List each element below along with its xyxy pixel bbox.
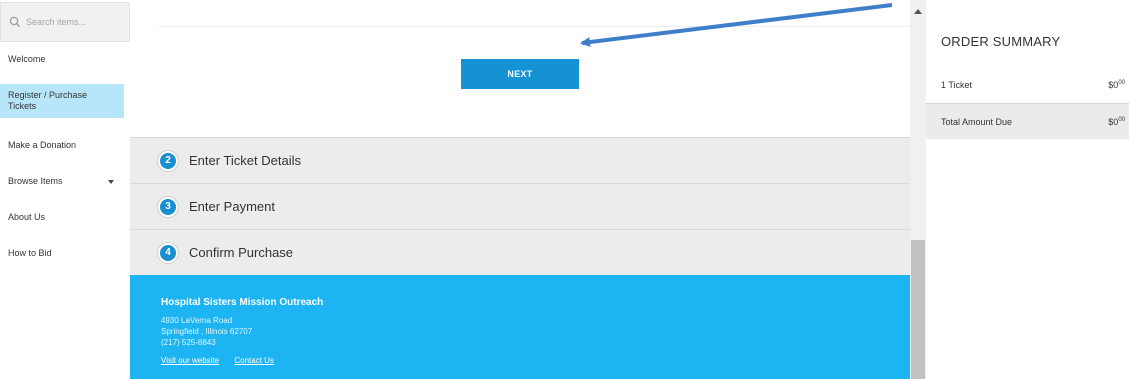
search-icon	[9, 16, 21, 28]
sidebar-item-label: About Us	[8, 212, 46, 222]
summary-row-ticket: 1 Ticket $000	[926, 76, 1129, 94]
summary-ticket-value: $000	[1108, 80, 1129, 90]
step-number-badge: 2	[158, 150, 178, 171]
summary-total-label: Total Amount Due	[941, 116, 1013, 127]
sidebar-item-browse-items[interactable]: Browse Items	[0, 170, 124, 192]
visit-website-link[interactable]: Visit our website	[161, 356, 219, 365]
step-number-badge: 3	[158, 196, 178, 217]
scrollbar-thumb[interactable]	[911, 240, 925, 379]
divider	[158, 26, 910, 27]
footer-address-line: 4930 LaVerna Road	[161, 316, 233, 325]
step-enter-ticket-details[interactable]: 2 Enter Ticket Details	[130, 137, 910, 183]
sidebar-item-make-donation[interactable]: Make a Donation	[0, 134, 124, 156]
sidebar-item-register-purchase-tickets[interactable]: Register / Purchase Tickets	[0, 84, 124, 118]
sidebar-item-label: Browse Items	[8, 176, 63, 186]
sidebar-item-label: How to Bid	[8, 248, 52, 258]
sidebar: Welcome Register / Purchase Tickets Make…	[0, 0, 130, 379]
footer-address-line: Springfield , Illinois 62707	[161, 327, 253, 336]
summary-total-amount: $0	[1108, 116, 1119, 127]
sidebar-item-label: Register / Purchase Tickets	[8, 90, 88, 111]
footer-phone: (217) 525-8843	[161, 338, 216, 347]
summary-ticket-cents: 00	[1118, 80, 1125, 86]
step-title: Enter Ticket Details	[189, 153, 301, 168]
footer-links: Visit our website Contact Us	[161, 356, 879, 365]
order-summary-panel: ORDER SUMMARY 1 Ticket $000 Total Amount…	[926, 0, 1129, 379]
summary-total-value: $000	[1108, 117, 1129, 127]
footer: Hospital Sisters Mission Outreach 4930 L…	[130, 275, 910, 379]
step-title: Confirm Purchase	[189, 245, 294, 260]
step-enter-payment[interactable]: 3 Enter Payment	[130, 183, 910, 229]
start-over-link-wrap: START OVER	[460, 79, 580, 91]
sidebar-item-label: Make a Donation	[8, 140, 77, 150]
contact-us-link[interactable]: Contact Us	[234, 356, 274, 365]
step-number-badge: 4	[158, 242, 178, 263]
sidebar-item-label: Welcome	[8, 54, 46, 64]
summary-total-cents: 00	[1118, 116, 1125, 123]
summary-ticket-label: 1 Ticket	[941, 80, 973, 90]
scrollbar[interactable]	[910, 0, 926, 379]
sidebar-item-welcome[interactable]: Welcome	[0, 48, 124, 70]
search-box[interactable]	[0, 2, 130, 42]
start-over-link[interactable]: START OVER	[460, 81, 580, 90]
scroll-up-arrow-icon[interactable]	[914, 9, 922, 14]
sidebar-item-about-us[interactable]: About Us	[0, 206, 124, 228]
footer-org-name: Hospital Sisters Mission Outreach	[161, 297, 324, 308]
step-title: Enter Payment	[189, 199, 275, 214]
summary-ticket-amount: $0	[1108, 80, 1119, 90]
sidebar-item-how-to-bid[interactable]: How to Bid	[0, 242, 124, 264]
step-confirm-purchase[interactable]: 4 Confirm Purchase	[130, 229, 910, 275]
main-content: NEXT START OVER 2 Enter Ticket Details 3…	[130, 0, 910, 379]
chevron-down-icon	[108, 180, 114, 184]
search-input[interactable]	[26, 17, 121, 27]
summary-row-total: Total Amount Due $000	[926, 103, 1129, 139]
order-summary-title: ORDER SUMMARY	[941, 34, 1061, 49]
